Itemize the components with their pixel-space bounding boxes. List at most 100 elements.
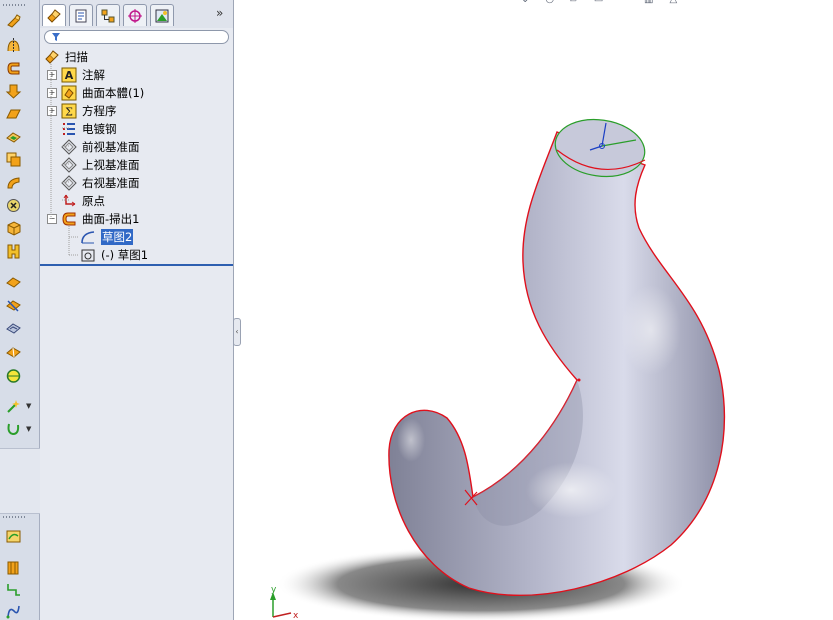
fill-surface-button[interactable]: [4, 242, 22, 260]
tab-configurationmanager[interactable]: [96, 4, 120, 26]
swept-surface-icon: [6, 62, 19, 74]
surface-highlight: [526, 462, 616, 518]
tab-propertymanager[interactable]: [69, 4, 93, 26]
tree-item-equations[interactable]: + Σ 方程序: [47, 102, 117, 120]
sketch-button[interactable]: [4, 527, 22, 545]
tree-item-origin[interactable]: 原点: [61, 192, 105, 210]
extruded-boss-button[interactable]: [4, 558, 22, 576]
replace-face-button[interactable]: [4, 219, 22, 237]
toolbar-separator: [0, 448, 40, 514]
revolved-surface-icon: [7, 37, 19, 53]
sketch-icon: [6, 530, 20, 542]
trim-surface-button[interactable]: [4, 296, 22, 314]
panel-tab-bar: »: [40, 0, 233, 28]
surface-highlight: [397, 418, 425, 462]
spline-tool-icon: [6, 605, 20, 618]
featuremanager-tab-icon: [47, 8, 61, 23]
tab-display-manager[interactable]: [150, 4, 174, 26]
radiate-surface-icon: [6, 176, 19, 188]
tree-item-front-plane[interactable]: 前视基准面: [61, 138, 140, 156]
curves-icon: [7, 423, 19, 435]
extruded-surface-button[interactable]: [4, 12, 22, 30]
sketch-profile-icon: [80, 247, 96, 263]
delete-face-button[interactable]: [4, 196, 22, 214]
tree-item-material[interactable]: 电镀钢: [61, 120, 117, 138]
rollback-bar[interactable]: [40, 264, 233, 266]
tree-item-label: 草图2: [101, 229, 134, 245]
tree-item-label: 原点: [82, 194, 105, 208]
extruded-boss-icon: [7, 561, 18, 574]
tab-featuremanager[interactable]: [42, 4, 66, 26]
untrim-surface-icon: [5, 322, 21, 334]
dimxpert-tab-icon: [128, 8, 142, 23]
surface-sweep-icon: [61, 211, 77, 227]
toolbar-grip-2[interactable]: [3, 516, 25, 518]
plane-icon: [61, 175, 77, 191]
curves-dropdown[interactable]: ▼: [26, 425, 31, 433]
more-tabs-button[interactable]: »: [216, 6, 223, 20]
extend-surface-button[interactable]: [4, 273, 22, 291]
tree-item-sketch1[interactable]: (-) 草图1: [80, 246, 148, 264]
knit-surface-icon: [5, 346, 21, 358]
spline-tool-button[interactable]: [4, 602, 22, 620]
filter-icon: [52, 33, 60, 41]
tab-dimxpert[interactable]: [123, 4, 147, 26]
tree-root-label: 扫描: [65, 50, 88, 64]
reference-geometry-button[interactable]: [4, 397, 22, 415]
tree-item-label: 曲面本體(1): [82, 86, 145, 100]
planar-surface-button[interactable]: [4, 128, 22, 146]
untrim-surface-button[interactable]: [4, 319, 22, 337]
trim-surface-icon: [5, 299, 21, 312]
tree-item-label: 电镀钢: [82, 122, 117, 136]
tree-item-surface-bodies[interactable]: + 曲面本體(1): [47, 84, 144, 102]
boundary-surface-button[interactable]: [4, 105, 22, 123]
offset-surface-button[interactable]: [4, 150, 22, 168]
toolbar-grip[interactable]: [3, 4, 25, 6]
radiate-surface-button[interactable]: [4, 173, 22, 191]
lofted-surface-button[interactable]: [4, 82, 22, 100]
plane-icon: [61, 139, 77, 155]
tree-item-sketch2[interactable]: 草图2: [80, 228, 134, 246]
tree-item-surface-sweep[interactable]: − 曲面-掃出1: [47, 210, 139, 228]
expand-toggle[interactable]: +: [47, 106, 57, 116]
sketch-icon: [80, 229, 96, 245]
swept-surface-body[interactable]: [388, 131, 726, 597]
graphics-viewport[interactable]: ⌄ ◡ ▱ ▭ ◠ ▥ △: [241, 0, 833, 620]
revolved-surface-button[interactable]: [4, 36, 22, 54]
tree-item-label: 方程序: [82, 104, 117, 118]
line-tool-button[interactable]: [4, 580, 22, 598]
triad-x-label: x: [293, 611, 299, 620]
panel-splitter-handle[interactable]: ‹: [233, 318, 241, 346]
surface-highlight: [621, 285, 681, 375]
tree-item-annotations[interactable]: + A 注解: [47, 66, 105, 84]
tree-item-right-plane[interactable]: 右视基准面: [61, 174, 140, 192]
tree-filter-input[interactable]: [44, 30, 229, 44]
display-manager-tab-icon: [155, 9, 169, 22]
expand-toggle[interactable]: +: [47, 88, 57, 98]
tree-item-label: 注解: [82, 68, 105, 82]
path-point-marker: [577, 378, 581, 382]
triad-y-label: y: [271, 585, 277, 595]
tree-item-label: 曲面-掃出1: [82, 212, 140, 226]
svg-text:A: A: [65, 69, 74, 82]
curves-button[interactable]: [4, 420, 22, 438]
reference-geometry-dropdown[interactable]: ▼: [26, 402, 31, 410]
line-tool-icon: [6, 583, 20, 596]
reference-geometry-icon: [6, 399, 20, 413]
tree-item-top-plane[interactable]: 上视基准面: [61, 156, 140, 174]
collapse-toggle[interactable]: −: [47, 214, 57, 224]
thicken-button[interactable]: [4, 366, 22, 384]
knit-surface-button[interactable]: [4, 343, 22, 361]
tree-item-label: 前视基准面: [82, 140, 140, 154]
expand-toggle[interactable]: +: [47, 70, 57, 80]
delete-face-icon: [6, 198, 20, 212]
tree-root-part[interactable]: 扫描: [44, 48, 88, 66]
equations-icon: Σ: [61, 103, 77, 119]
model-canvas[interactable]: x y: [241, 0, 833, 620]
tree-item-label: (-) 草图1: [101, 248, 149, 262]
extruded-surface-icon: [6, 13, 21, 28]
fill-surface-icon: [7, 244, 19, 258]
surfaces-toolbar: ▼ ▼: [0, 0, 40, 620]
swept-surface-button[interactable]: [4, 59, 22, 77]
configurationmanager-tab-icon: [101, 9, 115, 22]
